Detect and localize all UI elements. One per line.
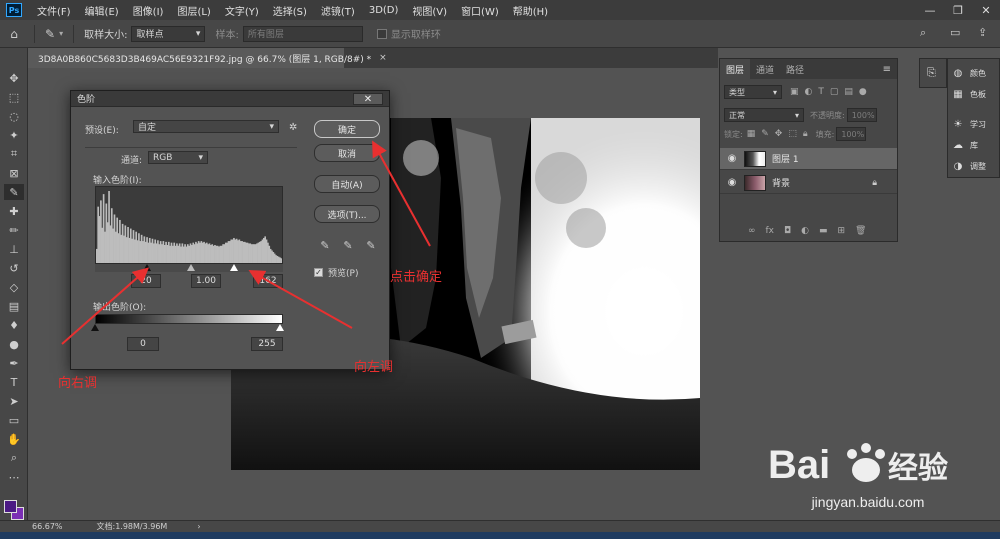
baidu-logo: Bai 经验 [768, 443, 948, 487]
annotation-move-right: 向右调 [58, 376, 98, 391]
watermark-url: jingyan.baidu.com [811, 494, 925, 510]
svg-text:Bai: Bai [768, 443, 830, 487]
svg-text:经验: 经验 [888, 451, 948, 486]
arrow-to-white-handle [248, 270, 353, 329]
arrow-to-black-handle [61, 267, 150, 345]
annotation-click-ok: 点击确定 [390, 270, 443, 285]
baidu-jingyan-watermark: Bai 经验 jingyan.baidu.com [768, 432, 968, 512]
arrow-to-ok-button [372, 140, 431, 247]
annotation-move-left: 向左调 [354, 360, 394, 375]
